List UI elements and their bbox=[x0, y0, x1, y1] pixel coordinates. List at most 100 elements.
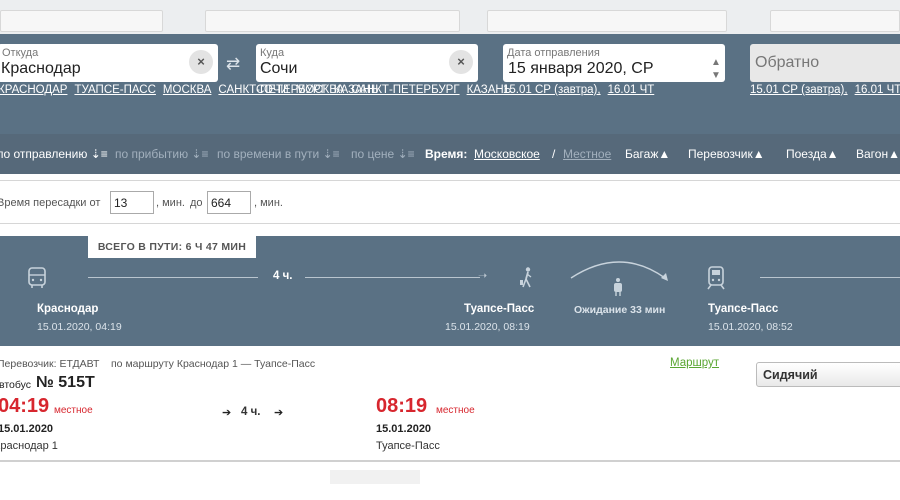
sort-label: по цене bbox=[351, 147, 395, 161]
filter-carrier[interactable]: Перевозчик▲ bbox=[688, 147, 765, 161]
return-quick-links: 15.01 СР (завтра), 16.01 ЧТ bbox=[750, 82, 900, 99]
date-value[interactable]: 15 января 2020, СР bbox=[508, 60, 654, 78]
swap-icon[interactable]: ⇄ bbox=[226, 54, 240, 74]
to-value[interactable]: Сочи bbox=[260, 60, 297, 78]
quick-link[interactable]: САНКТ-ПЕТЕРБУРГ bbox=[351, 84, 459, 96]
transfer-min-input[interactable]: 13 bbox=[110, 191, 154, 214]
clear-to-icon[interactable]: × bbox=[449, 50, 473, 74]
filter-label: Вагон bbox=[856, 147, 889, 161]
sort-by-departure[interactable]: по отправлению ⇣≡ bbox=[0, 147, 108, 161]
filter-train[interactable]: Поезда▲ bbox=[786, 147, 839, 161]
departure-station: Краснодар 1 bbox=[0, 440, 58, 452]
blurred-field bbox=[0, 10, 163, 32]
mid-station: Туапсе-Пасс bbox=[464, 303, 535, 315]
date-field[interactable]: Дата отправления 15 января 2020, СР ▲ ▼ bbox=[503, 44, 725, 82]
sort-label: по прибытию bbox=[115, 147, 189, 161]
caret-up-icon: ▲ bbox=[888, 147, 900, 161]
arrow-right-icon: ➔ bbox=[274, 407, 284, 419]
transfer-min-unit: , мин. bbox=[156, 197, 185, 209]
blurred-field bbox=[205, 10, 460, 32]
filter-baggage[interactable]: Багаж▲ bbox=[625, 147, 670, 161]
filter-label: Багаж bbox=[625, 147, 659, 161]
time-separator: / bbox=[552, 147, 556, 161]
next-station: Туапсе-Пасс bbox=[708, 303, 779, 315]
return-field[interactable]: Обратно bbox=[750, 44, 900, 82]
trip-segment: Перевозчик: ЕТДАВТ по маршруту Краснодар… bbox=[0, 346, 900, 462]
arrival-time: 08:19 bbox=[376, 395, 428, 417]
route-panel: ВСЕГО В ПУТИ: 6 Ч 47 МИН 4 ч. ➝ Краснода… bbox=[0, 236, 900, 346]
quick-link[interactable]: СОЧИ bbox=[256, 84, 289, 96]
from-quick-links: КРАСНОДАР ТУАПСЕ-ПАСС МОСКВА САНКТ-ПЕТЕРБУР… bbox=[0, 82, 379, 99]
route-line bbox=[88, 277, 258, 278]
date-spinner-icon[interactable]: ▲ ▼ bbox=[710, 56, 722, 82]
arrival-date: 15.01.2020 bbox=[376, 423, 432, 435]
from-datetime: 15.01.2020, 04:19 bbox=[37, 321, 122, 333]
quick-link[interactable]: КРАСНОДАР bbox=[0, 84, 67, 96]
blurred-footer bbox=[330, 470, 420, 484]
wait-duration: Ожидание 33 мин bbox=[574, 304, 666, 316]
time-label: Время: bbox=[425, 147, 468, 161]
search-panel: Откуда Краснодар × ⇄ Куда Сочи × Дата от… bbox=[0, 34, 900, 134]
to-label: Куда bbox=[260, 47, 285, 59]
caret-up-icon: ▲ bbox=[658, 147, 671, 161]
sort-label: по отправлению bbox=[0, 147, 88, 161]
transfer-label: Время пересадки от bbox=[0, 197, 101, 209]
route-line bbox=[305, 277, 480, 278]
from-value[interactable]: Краснодар bbox=[1, 60, 81, 78]
total-duration-badge: ВСЕГО В ПУТИ: 6 Ч 47 МИН bbox=[88, 236, 256, 258]
quick-link[interactable]: 16.01 ЧТ bbox=[855, 84, 900, 96]
segment-duration: 4 ч. bbox=[241, 406, 261, 418]
transfer-to-label: до bbox=[190, 197, 203, 209]
sort-icon: ⇣≡ bbox=[397, 147, 415, 161]
route-description: по маршруту Краснодар 1 — Туапсе-Пасс bbox=[111, 358, 316, 370]
time-moscow[interactable]: Московское bbox=[474, 147, 540, 161]
date-quick-links: 15.01 СР (завтра), 16.01 ЧТ bbox=[503, 82, 743, 99]
to-field[interactable]: Куда Сочи × bbox=[256, 44, 478, 82]
from-station: Краснодар bbox=[37, 303, 99, 315]
next-datetime: 15.01.2020, 08:52 bbox=[708, 321, 793, 333]
from-label: Откуда bbox=[2, 47, 39, 59]
clear-from-icon[interactable]: × bbox=[189, 50, 213, 74]
filter-car[interactable]: Вагон▲ bbox=[856, 147, 900, 161]
departure-time: 04:19 bbox=[0, 395, 50, 417]
quick-link[interactable]: 16.01 ЧТ bbox=[608, 84, 655, 96]
route-link[interactable]: Маршрут bbox=[670, 357, 719, 369]
return-placeholder[interactable]: Обратно bbox=[755, 54, 819, 72]
top-blurred-strip bbox=[0, 0, 900, 34]
sort-label: по времени в пути bbox=[217, 147, 320, 161]
departure-local-label: местное bbox=[54, 405, 93, 416]
trip-number: № 515Т bbox=[36, 374, 95, 391]
transfer-max-input[interactable]: 664 bbox=[207, 191, 251, 214]
from-field[interactable]: Откуда Краснодар × bbox=[0, 44, 218, 82]
quick-link[interactable]: ТУАПСЕ-ПАСС bbox=[74, 84, 155, 96]
departure-date: 15.01.2020 bbox=[0, 423, 54, 435]
train-icon bbox=[707, 266, 725, 290]
sort-by-arrival[interactable]: по прибытию ⇣≡ bbox=[115, 147, 208, 161]
sort-icon: ⇣≡ bbox=[322, 147, 340, 161]
carrier-text: Перевозчик: ЕТДАВТ bbox=[0, 358, 100, 370]
sort-icon: ⇣≡ bbox=[191, 147, 209, 161]
walking-person-icon bbox=[520, 267, 532, 288]
quick-link[interactable]: 15.01 СР (завтра), bbox=[750, 84, 848, 96]
sort-by-duration[interactable]: по времени в пути ⇣≡ bbox=[217, 147, 340, 161]
sort-bar: по отправлению ⇣≡ по прибытию ⇣≡ по врем… bbox=[0, 134, 900, 174]
bus-icon bbox=[28, 267, 46, 288]
blurred-field bbox=[770, 10, 900, 32]
filter-label: Перевозчик bbox=[688, 147, 753, 161]
transfer-filter: Время пересадки от 13 , мин. до 664 , ми… bbox=[0, 180, 900, 224]
arrow-right-icon: ➔ bbox=[222, 407, 232, 419]
quick-link[interactable]: МОСКВА bbox=[163, 84, 212, 96]
blurred-field bbox=[487, 10, 727, 32]
quick-link[interactable]: МОСКВА bbox=[296, 84, 345, 96]
quick-link[interactable]: 15.01 СР (завтра), bbox=[503, 84, 601, 96]
sort-icon: ⇣≡ bbox=[90, 147, 108, 161]
transfer-max-unit: , мин. bbox=[254, 197, 283, 209]
caret-up-icon: ▲ bbox=[826, 147, 839, 161]
filter-label: Поезда bbox=[786, 147, 827, 161]
sort-by-price[interactable]: по цене ⇣≡ bbox=[351, 147, 415, 161]
time-local[interactable]: Местное bbox=[563, 147, 611, 161]
route-line bbox=[760, 277, 900, 278]
caret-up-icon: ▲ bbox=[752, 147, 765, 161]
mid-datetime: 15.01.2020, 08:19 bbox=[445, 321, 530, 333]
seat-type-select[interactable]: Сидячий bbox=[756, 362, 900, 387]
